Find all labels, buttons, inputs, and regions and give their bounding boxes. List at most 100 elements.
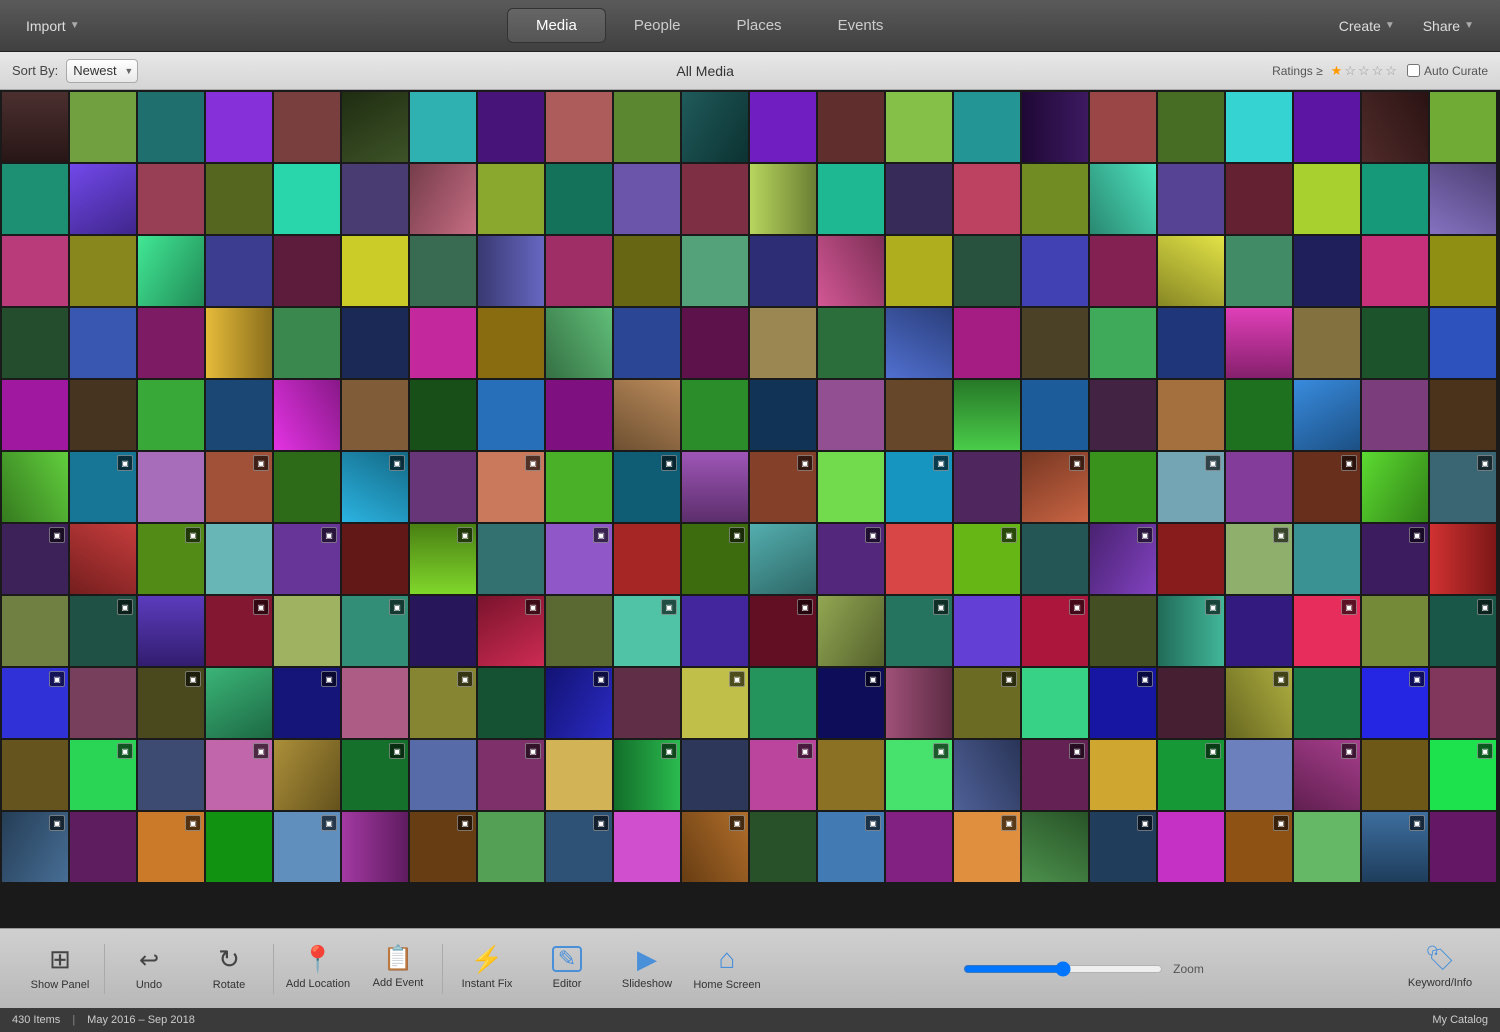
list-item[interactable]	[886, 668, 952, 738]
list-item[interactable]	[1294, 236, 1360, 306]
list-item[interactable]	[410, 164, 476, 234]
list-item[interactable]	[1022, 668, 1088, 738]
list-item[interactable]	[1022, 236, 1088, 306]
list-item[interactable]	[1090, 308, 1156, 378]
list-item[interactable]	[1430, 308, 1496, 378]
list-item[interactable]: ▣	[274, 812, 340, 882]
list-item[interactable]: ▣	[546, 668, 612, 738]
list-item[interactable]	[410, 596, 476, 666]
list-item[interactable]	[342, 308, 408, 378]
list-item[interactable]	[1430, 164, 1496, 234]
list-item[interactable]: ▣	[138, 524, 204, 594]
list-item[interactable]: ▣	[682, 524, 748, 594]
list-item[interactable]	[954, 92, 1020, 162]
list-item[interactable]	[886, 308, 952, 378]
list-item[interactable]	[138, 596, 204, 666]
list-item[interactable]	[750, 92, 816, 162]
list-item[interactable]: ▣	[138, 668, 204, 738]
list-item[interactable]	[70, 524, 136, 594]
list-item[interactable]	[1294, 524, 1360, 594]
list-item[interactable]	[1362, 380, 1428, 450]
list-item[interactable]	[1090, 164, 1156, 234]
list-item[interactable]	[750, 236, 816, 306]
list-item[interactable]	[138, 236, 204, 306]
rating-stars[interactable]: ★☆☆☆☆	[1331, 63, 1399, 79]
list-item[interactable]	[1226, 452, 1292, 522]
list-item[interactable]: ▣	[206, 452, 272, 522]
list-item[interactable]	[2, 452, 68, 522]
list-item[interactable]: ▣	[1294, 452, 1360, 522]
list-item[interactable]	[1158, 668, 1224, 738]
list-item[interactable]: ▣	[682, 812, 748, 882]
list-item[interactable]	[274, 164, 340, 234]
list-item[interactable]	[138, 92, 204, 162]
list-item[interactable]	[886, 812, 952, 882]
list-item[interactable]	[1022, 308, 1088, 378]
list-item[interactable]	[206, 164, 272, 234]
list-item[interactable]	[70, 236, 136, 306]
list-item[interactable]	[886, 380, 952, 450]
list-item[interactable]	[1362, 740, 1428, 810]
list-item[interactable]	[1226, 92, 1292, 162]
list-item[interactable]	[206, 380, 272, 450]
list-item[interactable]	[750, 524, 816, 594]
list-item[interactable]	[478, 380, 544, 450]
list-item[interactable]	[478, 812, 544, 882]
list-item[interactable]: ▣	[1090, 812, 1156, 882]
list-item[interactable]	[682, 164, 748, 234]
list-item[interactable]	[818, 92, 884, 162]
list-item[interactable]: ▣	[954, 668, 1020, 738]
list-item[interactable]	[342, 236, 408, 306]
zoom-slider[interactable]	[963, 961, 1163, 977]
list-item[interactable]	[614, 380, 680, 450]
list-item[interactable]: ▣	[1226, 668, 1292, 738]
list-item[interactable]: ▣	[1226, 524, 1292, 594]
list-item[interactable]	[410, 308, 476, 378]
list-item[interactable]	[1362, 308, 1428, 378]
list-item[interactable]	[70, 812, 136, 882]
list-item[interactable]	[342, 668, 408, 738]
list-item[interactable]: ▣	[342, 452, 408, 522]
list-item[interactable]	[138, 164, 204, 234]
list-item[interactable]	[342, 812, 408, 882]
list-item[interactable]	[410, 740, 476, 810]
list-item[interactable]	[342, 92, 408, 162]
list-item[interactable]	[614, 812, 680, 882]
list-item[interactable]: ▣	[886, 596, 952, 666]
list-item[interactable]	[1362, 596, 1428, 666]
undo-button[interactable]: Undo	[109, 933, 189, 1005]
list-item[interactable]	[750, 812, 816, 882]
list-item[interactable]	[478, 668, 544, 738]
list-item[interactable]: ▣	[818, 668, 884, 738]
create-button[interactable]: Create ▼	[1329, 12, 1405, 40]
list-item[interactable]	[138, 380, 204, 450]
list-item[interactable]	[750, 164, 816, 234]
list-item[interactable]: ▣	[1158, 740, 1224, 810]
add-location-button[interactable]: 📍 Add Location	[278, 933, 358, 1005]
list-item[interactable]: ▣	[70, 740, 136, 810]
list-item[interactable]	[546, 596, 612, 666]
list-item[interactable]	[206, 668, 272, 738]
list-item[interactable]	[954, 452, 1020, 522]
list-item[interactable]	[1430, 812, 1496, 882]
list-item[interactable]	[1090, 596, 1156, 666]
import-button[interactable]: Import ▼	[16, 12, 90, 40]
list-item[interactable]: ▣	[546, 812, 612, 882]
list-item[interactable]: ▣	[70, 596, 136, 666]
show-panel-button[interactable]: Show Panel	[20, 933, 100, 1005]
list-item[interactable]: ▣	[1430, 452, 1496, 522]
list-item[interactable]	[1226, 308, 1292, 378]
list-item[interactable]	[1430, 92, 1496, 162]
list-item[interactable]	[478, 92, 544, 162]
list-item[interactable]	[1090, 452, 1156, 522]
list-item[interactable]: ▣	[1362, 812, 1428, 882]
list-item[interactable]: ▣	[886, 452, 952, 522]
list-item[interactable]	[954, 308, 1020, 378]
list-item[interactable]	[954, 740, 1020, 810]
list-item[interactable]	[954, 164, 1020, 234]
list-item[interactable]	[682, 236, 748, 306]
list-item[interactable]	[1430, 236, 1496, 306]
list-item[interactable]	[1022, 92, 1088, 162]
list-item[interactable]	[1158, 524, 1224, 594]
list-item[interactable]: ▣	[342, 596, 408, 666]
